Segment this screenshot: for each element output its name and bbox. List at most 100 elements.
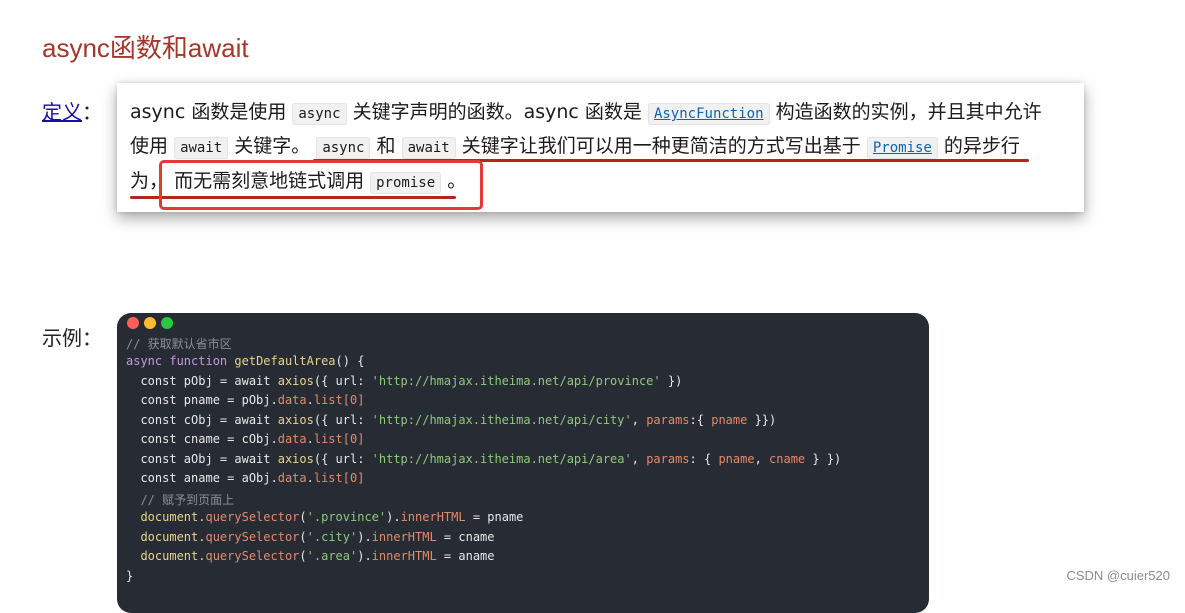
token: '.area' [306, 549, 358, 563]
token: data [277, 471, 307, 485]
token: () { [335, 354, 365, 368]
token: : { [689, 452, 719, 466]
code-async: async [316, 137, 371, 159]
token: const cObj = await [126, 413, 278, 427]
token: ({ url: [313, 413, 372, 427]
token: , [631, 413, 647, 427]
code-line: document.querySelector('.city').innerHTM… [126, 530, 495, 544]
token: pname [711, 413, 748, 427]
token: const pname = pObj. [126, 393, 278, 407]
text: 关键字。 [234, 135, 311, 157]
token: 'http://hmajax.itheima.net/api/area' [371, 452, 632, 466]
token: data [277, 393, 307, 407]
text: 关键字声明的函数。async 函数是 [352, 101, 642, 123]
token: pname [718, 452, 755, 466]
token: ). [357, 530, 372, 544]
token: [0] [342, 471, 365, 485]
token: async function [126, 354, 228, 368]
token: querySelector [205, 510, 300, 524]
text: 关键字让我们可以用一种更简洁的方式写出基于 [461, 135, 861, 157]
code-line: const cObj = await axios({ url: 'http://… [126, 413, 776, 427]
token: ({ url: [313, 374, 372, 388]
definition-link[interactable]: 定义 [42, 102, 82, 124]
token: , [631, 452, 647, 466]
token: . [306, 471, 314, 485]
token: . [306, 393, 314, 407]
code-async: async [292, 103, 347, 125]
token: getDefaultArea [234, 354, 336, 368]
token: = aname [436, 549, 495, 563]
token: axios [277, 374, 314, 388]
token: :{ [689, 413, 712, 427]
code-line: } [126, 569, 134, 583]
token: ). [357, 549, 372, 563]
token: } }) [805, 452, 842, 466]
token: innerHTML [371, 549, 437, 563]
code-line: document.querySelector('.area').innerHTM… [126, 549, 495, 563]
token: ). [386, 510, 401, 524]
code-await: await [401, 137, 456, 159]
token: list [313, 471, 343, 485]
token: , [754, 452, 770, 466]
token: const aname = aObj. [126, 471, 278, 485]
definition-colon: ： [82, 102, 102, 124]
token: ({ url: [313, 452, 372, 466]
slide-title: async函数和await [42, 33, 249, 63]
token: [0] [342, 393, 365, 407]
token: '.province' [306, 510, 387, 524]
token: 'http://hmajax.itheima.net/api/province' [371, 374, 661, 388]
window-maximize-dot [161, 317, 173, 329]
definition-line-2: 使用 await 关键字。 async 和 await 关键字让我们可以用一种更… [130, 131, 1020, 159]
asyncfunction-link[interactable]: AsyncFunction [647, 103, 770, 125]
watermark: CSDN @cuier520 [1066, 568, 1170, 583]
code-comment: // 获取默认省市区 [126, 337, 232, 351]
token: document. [126, 530, 206, 544]
example-label: 示例： [42, 328, 102, 350]
text: 构造函数的实例，并且其中允许 [775, 101, 1042, 123]
code-line: const pname = pObj.data.list[0] [126, 393, 364, 407]
token: }}) [747, 413, 777, 427]
token: document. [126, 510, 206, 524]
code-comment: // 赋予到页面上 [126, 493, 235, 507]
token: [0] [342, 432, 365, 446]
code-line: const cname = cObj.data.list[0] [126, 432, 364, 446]
token: const pObj = await [126, 374, 278, 388]
token: axios [277, 452, 314, 466]
token: const cname = cObj. [126, 432, 278, 446]
token: axios [277, 413, 314, 427]
token: innerHTML [371, 530, 437, 544]
code-line: async function getDefaultArea() { [126, 354, 364, 368]
code-line: document.querySelector('.province').inne… [126, 510, 523, 524]
token: '.city' [306, 530, 358, 544]
token: querySelector [205, 549, 300, 563]
window-close-dot [127, 317, 139, 329]
code-line: const aObj = await axios({ url: 'http://… [126, 452, 841, 466]
token: = cname [436, 530, 495, 544]
token: params [646, 452, 690, 466]
code-line: const pObj = await axios({ url: 'http://… [126, 374, 682, 388]
text: async 函数是使用 [130, 101, 287, 123]
promise-link[interactable]: Promise [866, 137, 938, 159]
definition-line-1: async 函数是使用 async 关键字声明的函数。async 函数是 Asy… [130, 97, 1042, 125]
token: }) [660, 374, 683, 388]
token: list [313, 393, 343, 407]
annotation-highlight-box [159, 160, 483, 210]
token: ( [299, 510, 307, 524]
code-await: await [174, 137, 229, 159]
text: 使用 [130, 135, 169, 157]
token: ( [299, 530, 307, 544]
token: 'http://hmajax.itheima.net/api/city' [371, 413, 632, 427]
token: . [306, 432, 314, 446]
token: params [646, 413, 690, 427]
token: innerHTML [400, 510, 466, 524]
token: const aObj = await [126, 452, 278, 466]
token: data [277, 432, 307, 446]
code-window: // 获取默认省市区 async function getDefaultArea… [117, 313, 929, 613]
window-minimize-dot [144, 317, 156, 329]
token: = pname [465, 510, 524, 524]
token: ( [299, 549, 307, 563]
token: cname [769, 452, 806, 466]
token: querySelector [205, 530, 300, 544]
code-line: const aname = aObj.data.list[0] [126, 471, 364, 485]
definition-label: 定义： [42, 96, 102, 125]
